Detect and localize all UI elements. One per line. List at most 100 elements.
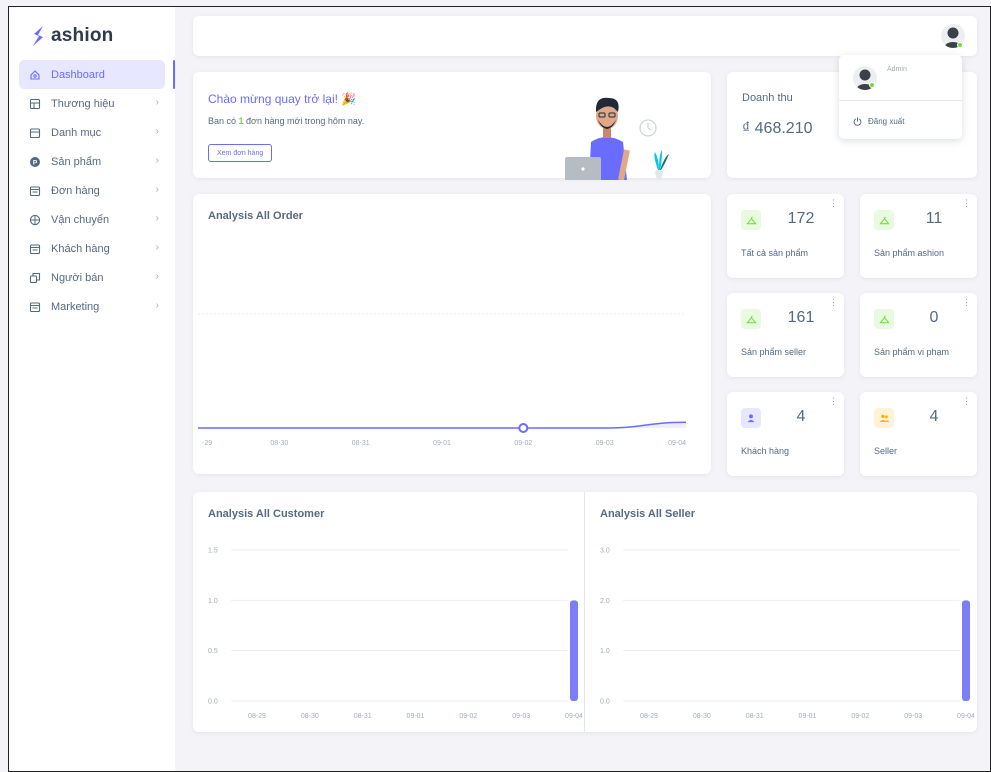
x-tick-label: 09-03	[512, 713, 530, 720]
sidebar-item-don-hang[interactable]: Đơn hàng ›	[19, 176, 165, 205]
bar[interactable]	[962, 600, 970, 701]
sidebar-item-san-pham[interactable]: P Sản phẩm ›	[19, 147, 165, 176]
stat-label: Sản phẩm seller	[741, 347, 807, 357]
stat-value: 4	[796, 408, 806, 425]
sidebar-item-thuong-hieu[interactable]: Thương hiệu ›	[19, 89, 165, 118]
x-tick-label: 09-01	[433, 440, 451, 447]
bar[interactable]	[570, 600, 578, 701]
welcome-message-before: Ban có	[208, 116, 239, 126]
logo[interactable]: ashion	[31, 25, 113, 47]
x-tick-label: 09-01	[799, 713, 817, 720]
x-tick-label: 08-30	[693, 713, 711, 720]
online-status-dot	[869, 82, 875, 88]
x-tick-label: 08-31	[354, 713, 372, 720]
y-tick-label: 0.0	[208, 699, 218, 706]
folder-icon	[29, 127, 41, 139]
sidebar-item-label: Sản phẩm	[51, 155, 102, 168]
hanger-icon	[874, 210, 894, 230]
more-options-icon[interactable]: ⋮	[829, 198, 838, 209]
y-tick-label: 3.0	[600, 548, 610, 555]
y-tick-label: 0.0	[600, 699, 610, 706]
hanger-icon	[741, 309, 761, 329]
revenue-value: ₫ 468.210	[742, 120, 813, 137]
hanger-icon	[874, 309, 894, 329]
stat-card: 4 Seller ⋮	[860, 392, 977, 476]
user-dropdown-menu: Admin Đăng xuất	[839, 55, 962, 139]
chevron-right-icon: ›	[155, 155, 159, 166]
sidebar-item-label: Dashboard	[51, 68, 105, 81]
x-tick-label: 09-03	[596, 440, 614, 447]
stat-label: Tất cả sản phẩm	[741, 248, 809, 258]
man-with-laptop-illustration	[565, 97, 669, 180]
welcome-title: Chào mừng quay trở lại! 🎉	[208, 92, 357, 106]
top-navbar	[193, 16, 977, 56]
product-icon: P	[29, 156, 41, 168]
sidebar-item-nguoi-ban[interactable]: Người bán ›	[19, 263, 165, 292]
x-tick-label: 09-03	[904, 713, 922, 720]
x-tick-label: 09-04	[957, 713, 975, 720]
layout-icon	[29, 98, 41, 110]
view-orders-button[interactable]: Xem đơn hàng	[208, 144, 273, 162]
sidebar-item-khach-hang[interactable]: Khách hàng ›	[19, 234, 165, 263]
x-tick-label: 09-01	[407, 713, 425, 720]
sidebar-item-dashboard[interactable]: Dashboard	[19, 60, 165, 89]
welcome-message-after: đơn hàng mới trong hôm nay.	[243, 116, 365, 126]
stat-value: 4	[929, 408, 939, 425]
user-icon	[741, 408, 761, 428]
seller-bar-chart: 0.0 1.0 2.0 3.0 08-29 08-30 08-31 09-01 09-02 09-…	[600, 548, 975, 721]
active-indicator	[173, 60, 175, 89]
more-options-icon[interactable]: ⋮	[829, 297, 838, 308]
x-tick-label: 08-30	[301, 713, 319, 720]
x-tick-label: -29	[202, 440, 212, 447]
sidebar-item-van-chuyen[interactable]: Vận chuyển ›	[19, 205, 165, 234]
x-tick-label: 09-02	[459, 713, 477, 720]
x-tick-label: 09-02	[851, 713, 869, 720]
chevron-right-icon: ›	[155, 213, 159, 224]
x-tick-label: 09-02	[514, 440, 532, 447]
logo-text: ashion	[51, 25, 114, 46]
chevron-right-icon: ›	[155, 300, 159, 311]
stat-card: 0 Sản phẩm vi phạm ⋮	[860, 293, 977, 377]
chevron-right-icon: ›	[155, 184, 159, 195]
x-tick-label: 08-29	[640, 713, 658, 720]
stat-card: 11 Sản phẩm ashion ⋮	[860, 194, 977, 278]
stat-value: 161	[787, 309, 815, 326]
dropdown-user-name: Admin	[887, 66, 907, 73]
stat-label: Seller	[874, 446, 898, 456]
logout-button[interactable]: Đăng xuất	[853, 117, 904, 126]
highlighted-point[interactable]	[518, 423, 529, 433]
y-tick-label: 1.0	[208, 598, 218, 605]
stat-label: Sản phẩm vi phạm	[874, 347, 950, 357]
users-icon	[874, 408, 894, 428]
more-options-icon[interactable]: ⋮	[962, 198, 971, 209]
y-tick-label: 0.5	[208, 648, 218, 655]
y-tick-label: 1.5	[208, 548, 218, 555]
order-line-chart: -29 08-30 08-31 09-01 09-02 09-03 09-04	[198, 313, 687, 447]
order-series-line	[198, 421, 687, 429]
stat-label: Khách hàng	[741, 446, 790, 456]
order-chart-card: Analysis All Order -29 08-30 08-31 09-01 09-…	[193, 194, 711, 474]
sidebar-item-label: Danh mục	[51, 126, 102, 139]
sidebar-nav: Dashboard Thương hiệu › Danh mục › P Sản phẩm ›…	[19, 60, 165, 321]
sidebar-item-label: Người bán	[51, 271, 104, 284]
x-tick-label: 08-31	[352, 440, 370, 447]
more-options-icon[interactable]: ⋮	[962, 396, 971, 407]
customer-seller-charts-card: Analysis All Customer Analysis All Selle…	[193, 492, 977, 732]
sidebar-item-label: Vận chuyển	[51, 213, 110, 226]
sidebar-item-marketing[interactable]: Marketing ›	[19, 292, 165, 321]
dropdown-divider	[839, 100, 962, 101]
copy-icon	[29, 272, 41, 284]
sidebar-item-danh-muc[interactable]: Danh mục ›	[19, 118, 165, 147]
x-tick-label: 09-04	[668, 440, 686, 447]
more-options-icon[interactable]: ⋮	[829, 396, 838, 407]
x-tick-label: 09-04	[565, 713, 583, 720]
home-icon	[29, 69, 41, 81]
sidebar-item-label: Marketing	[51, 300, 100, 313]
stat-value: 0	[929, 309, 939, 326]
chevron-right-icon: ›	[155, 242, 159, 253]
sidebar-item-label: Thương hiệu	[51, 97, 115, 110]
more-options-icon[interactable]: ⋮	[962, 297, 971, 308]
hanger-icon	[741, 210, 761, 230]
sidebar: ashion Dashboard Thương hiệu › Danh mục › P Sả…	[9, 7, 175, 771]
online-status-dot	[957, 42, 963, 48]
